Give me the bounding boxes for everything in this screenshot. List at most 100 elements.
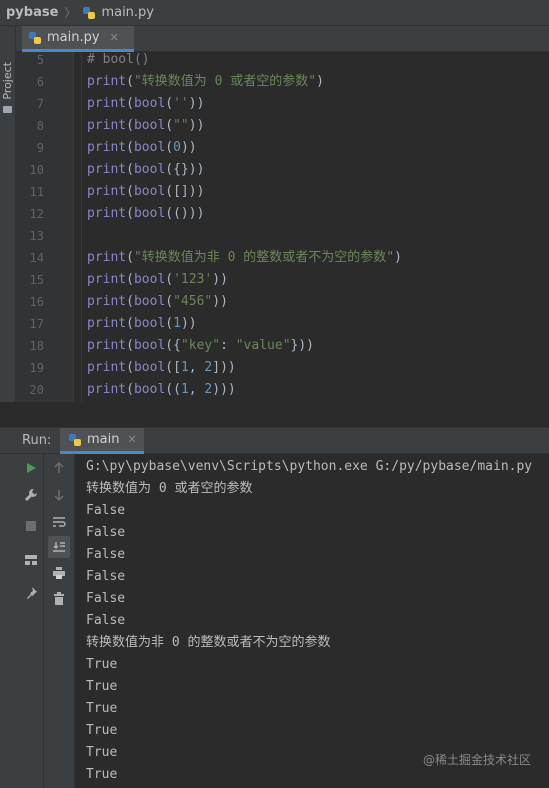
code-token: 0 (173, 140, 181, 155)
pin-tab-button[interactable] (20, 582, 42, 604)
code-token: ( (126, 338, 134, 353)
code-token: ( (126, 382, 134, 397)
code-line[interactable]: print(bool('')) (87, 93, 547, 115)
code-line[interactable]: print("转换数值为非 0 的整数或者不为空的参数") (87, 247, 547, 269)
soft-wrap-button[interactable] (48, 511, 70, 533)
code-line[interactable]: print(bool(())) (87, 203, 547, 225)
code-line[interactable]: print("转换数值为 0 或者空的参数") (87, 71, 547, 93)
code-token: # bool() (87, 52, 150, 67)
code-line[interactable]: print(bool(1)) (87, 313, 547, 335)
code-token: bool (133, 184, 166, 199)
scroll-to-end-button[interactable] (48, 536, 70, 558)
run-console[interactable]: G:\py\pybase\venv\Scripts\python.exe G:/… (75, 454, 549, 788)
code-line[interactable]: print(bool([1, 2])) (87, 357, 547, 379)
code-line[interactable]: print(bool({"key": "value"})) (87, 335, 547, 357)
tool-window-stripe: Project (0, 26, 16, 428)
code-token: "转换数值为非 0 的整数或者不为空的参数" (133, 250, 395, 265)
previous-occurrence-button[interactable] (48, 457, 70, 479)
code-line[interactable]: print(bool(0)) (87, 137, 547, 159)
python-file-icon (29, 31, 41, 44)
code-token: , (188, 360, 205, 375)
code-token: ( (126, 250, 134, 265)
console-output-line: 转换数值为 0 或者空的参数 (86, 481, 253, 496)
code-token: print (87, 162, 127, 177)
code-line[interactable]: print(bool((1, 2))) (87, 379, 547, 401)
line-number: 14 (29, 251, 44, 265)
code-token: ( (126, 118, 134, 133)
scroll-to-end-icon (53, 542, 65, 552)
next-occurrence-button[interactable] (48, 484, 70, 506)
code-token: , (188, 382, 205, 397)
stop-button[interactable] (20, 515, 42, 537)
code-token: bool (133, 272, 166, 287)
code-token: ( (126, 360, 134, 375)
navigation-bar: pybase 〉 main.py (0, 0, 549, 26)
folder-icon (3, 106, 12, 113)
run-tool-window-header: Run: main ✕ (0, 428, 549, 454)
code-token: ) (394, 250, 402, 265)
print-button[interactable] (48, 562, 70, 584)
code-token: print (87, 140, 127, 155)
code-token: ( (126, 294, 134, 309)
run-toolbar-primary (0, 454, 44, 788)
tab-label: main.py (47, 30, 100, 45)
console-output-line: True (86, 657, 118, 672)
print-icon (53, 567, 65, 579)
code-token: ({ (165, 338, 181, 353)
edit-configuration-button[interactable] (20, 484, 42, 506)
line-number: 12 (29, 207, 44, 221)
wrench-icon (25, 489, 37, 501)
soft-wrap-icon (53, 517, 66, 527)
code-token: 1 (180, 382, 189, 397)
console-output-line: True (86, 679, 118, 694)
close-icon[interactable]: ✕ (127, 433, 136, 446)
line-number: 7 (36, 97, 44, 111)
console-output-line: True (86, 767, 118, 782)
code-token: "456" (173, 294, 213, 309)
code-line[interactable]: # bool() (87, 49, 547, 71)
code-token: ( (165, 316, 174, 331)
code-token: )) (188, 118, 205, 133)
clear-all-button[interactable] (48, 588, 70, 610)
console-output-line: False (86, 569, 126, 584)
code-token: print (87, 206, 127, 221)
code-line[interactable]: print(bool("456")) (87, 291, 547, 313)
code-token: )) (212, 294, 228, 309)
code-token: print (87, 294, 127, 309)
code-token: print (87, 118, 127, 133)
code-token: (( (165, 382, 181, 397)
code-line[interactable]: print(bool({})) (87, 159, 547, 181)
code-token: print (87, 382, 127, 397)
console-output-line: G:\py\pybase\venv\Scripts\python.exe G:/… (86, 459, 533, 474)
console-output-line: False (86, 613, 126, 628)
breadcrumb-file[interactable]: main.py (101, 5, 154, 20)
trash-icon (54, 592, 64, 605)
code-token: ( (165, 294, 174, 309)
run-tab-main[interactable]: main ✕ (60, 428, 144, 454)
code-token: ( (126, 96, 134, 111)
code-token: : (220, 338, 236, 353)
rerun-button[interactable] (20, 457, 42, 479)
code-token: "key" (180, 338, 221, 353)
code-editor[interactable]: 5 6 7 8 9 10 11 12 13 14 15 16 17 18 19 20 # bool() prin… (16, 52, 549, 402)
code-line[interactable]: print(bool("")) (87, 115, 547, 137)
code-line[interactable] (87, 225, 547, 247)
code-token: print (87, 272, 127, 287)
code-token: ( (165, 96, 174, 111)
code-token: ( (126, 316, 134, 331)
code-token: ( (126, 140, 134, 155)
arrow-up-icon (54, 462, 64, 473)
code-line[interactable]: print(bool('123')) (87, 269, 547, 291)
restore-layout-button[interactable] (20, 549, 42, 571)
project-tool-button[interactable]: Project (1, 62, 14, 100)
code-line[interactable]: print(bool([])) (87, 181, 547, 203)
code-token: bool (133, 140, 166, 155)
close-icon[interactable]: ✕ (110, 31, 119, 44)
run-label: Run: (22, 433, 52, 448)
code-token: print (87, 338, 127, 353)
code-token: bool (133, 294, 166, 309)
breadcrumb-project[interactable]: pybase (6, 5, 58, 20)
code-token: 1 (180, 360, 189, 375)
code-token: bool (133, 338, 166, 353)
console-output-line: True (86, 701, 118, 716)
